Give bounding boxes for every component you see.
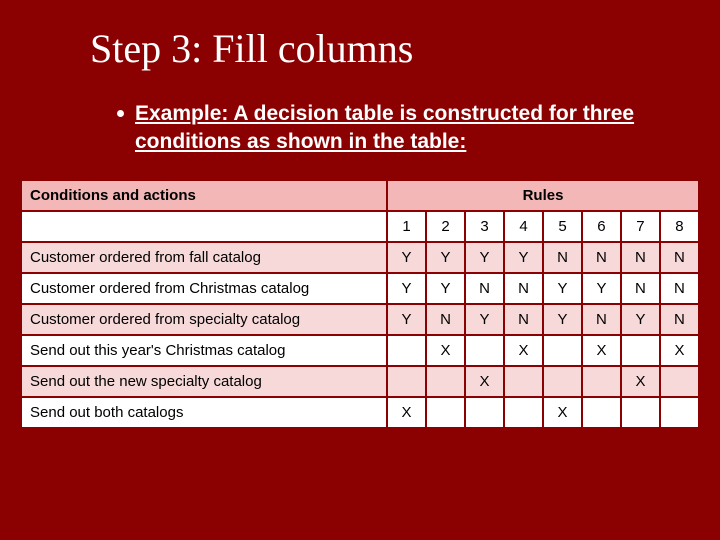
rule-cell — [504, 397, 543, 428]
rule-cell: N — [543, 242, 582, 273]
rule-cell: X — [543, 397, 582, 428]
rule-cell — [621, 397, 660, 428]
rule-cell — [387, 366, 426, 397]
bullet-icon — [117, 110, 124, 117]
row-label: Send out this year's Christmas catalog — [21, 335, 387, 366]
rule-cell — [426, 366, 465, 397]
rule-cell — [582, 397, 621, 428]
rule-cell: X — [426, 335, 465, 366]
rule-cell: Y — [387, 242, 426, 273]
rule-cell: Y — [426, 242, 465, 273]
table-row: Send out the new specialty catalog X X — [21, 366, 699, 397]
row-label: Customer ordered from Christmas catalog — [21, 273, 387, 304]
rule-cell: Y — [387, 273, 426, 304]
table-row: Send out both catalogsXX — [21, 397, 699, 428]
row-label: Send out both catalogs — [21, 397, 387, 428]
rule-cell: N — [621, 273, 660, 304]
rule-cell: N — [660, 304, 699, 335]
rule-number: 8 — [660, 211, 699, 242]
rule-number-row: 1 2 3 4 5 6 7 8 — [21, 211, 699, 242]
decision-table: Conditions and actions Rules 1 2 3 4 5 6… — [20, 179, 700, 429]
rule-cell: N — [621, 242, 660, 273]
rule-cell: X — [582, 335, 621, 366]
rule-number: 5 — [543, 211, 582, 242]
slide-subtitle: Example: A decision table is constructed… — [135, 100, 650, 157]
table-row: Customer ordered from Christmas catalogY… — [21, 273, 699, 304]
rule-cell — [465, 335, 504, 366]
rule-cell: X — [387, 397, 426, 428]
rule-cell — [426, 397, 465, 428]
rule-number-blank — [21, 211, 387, 242]
row-label: Customer ordered from fall catalog — [21, 242, 387, 273]
rule-number: 1 — [387, 211, 426, 242]
table-row: Customer ordered from specialty catalogY… — [21, 304, 699, 335]
rule-cell — [621, 335, 660, 366]
table-header-row-1: Conditions and actions Rules — [21, 180, 699, 211]
header-rules: Rules — [387, 180, 699, 211]
table-body: 1 2 3 4 5 6 7 8 Customer ordered from fa… — [21, 211, 699, 428]
table-row: Send out this year's Christmas catalog X X… — [21, 335, 699, 366]
rule-cell: Y — [621, 304, 660, 335]
rule-cell — [387, 335, 426, 366]
rule-number: 3 — [465, 211, 504, 242]
rule-cell — [504, 366, 543, 397]
rule-number: 6 — [582, 211, 621, 242]
rule-cell: N — [660, 273, 699, 304]
table-row: Customer ordered from fall catalogYYYYNN… — [21, 242, 699, 273]
rule-cell: Y — [465, 242, 504, 273]
rule-number: 2 — [426, 211, 465, 242]
rule-cell: Y — [426, 273, 465, 304]
rule-cell: N — [504, 273, 543, 304]
row-label: Send out the new specialty catalog — [21, 366, 387, 397]
rule-cell: N — [582, 304, 621, 335]
rule-cell: Y — [543, 273, 582, 304]
rule-cell — [582, 366, 621, 397]
subtitle-text: Example: A decision table is constructed… — [135, 102, 634, 153]
rule-cell — [660, 397, 699, 428]
rule-cell — [660, 366, 699, 397]
row-label: Customer ordered from specialty catalog — [21, 304, 387, 335]
rule-cell — [465, 397, 504, 428]
rule-cell: X — [660, 335, 699, 366]
rule-cell: N — [465, 273, 504, 304]
rule-cell: N — [426, 304, 465, 335]
rule-cell: Y — [504, 242, 543, 273]
rule-cell: X — [621, 366, 660, 397]
slide: Step 3: Fill columns Example: A decision… — [0, 0, 720, 540]
slide-title: Step 3: Fill columns — [90, 25, 700, 72]
rule-cell — [543, 335, 582, 366]
rule-cell: Y — [387, 304, 426, 335]
rule-cell: Y — [465, 304, 504, 335]
rule-number: 7 — [621, 211, 660, 242]
rule-cell — [543, 366, 582, 397]
rule-cell: X — [465, 366, 504, 397]
rule-cell: Y — [543, 304, 582, 335]
rule-cell: X — [504, 335, 543, 366]
header-conditions-actions: Conditions and actions — [21, 180, 387, 211]
rule-cell: N — [582, 242, 621, 273]
rule-number: 4 — [504, 211, 543, 242]
rule-cell: N — [660, 242, 699, 273]
rule-cell: N — [504, 304, 543, 335]
rule-cell: Y — [582, 273, 621, 304]
